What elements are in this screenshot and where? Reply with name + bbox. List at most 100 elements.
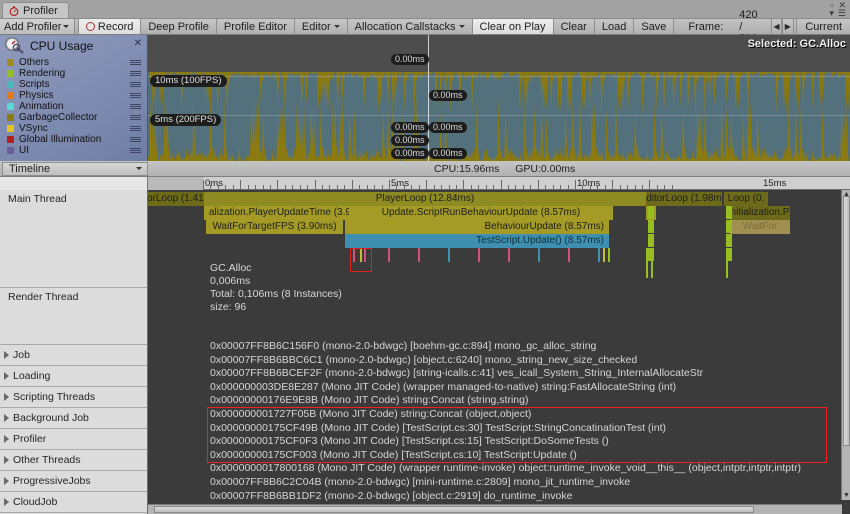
timeline-sample-flag[interactable] [726,220,732,233]
legend-item-global-illumination[interactable]: Global Illumination [0,134,147,145]
expand-triangle-icon[interactable] [4,351,9,359]
legend-item-rendering[interactable]: Rendering [0,68,147,79]
legend-item-others[interactable]: Others [0,57,147,68]
horizontal-scrollbar[interactable] [148,504,842,514]
expand-triangle-icon[interactable] [4,414,9,422]
timeline-bar[interactable]: nitialization.P [730,206,790,220]
timeline-sample-flag[interactable] [648,248,654,261]
add-profiler-dropdown[interactable]: Add Profiler [0,19,76,34]
drag-handle-icon[interactable] [130,71,141,76]
horizontal-scrollbar-thumb[interactable] [154,506,754,513]
chevron-down-icon[interactable]: ▾ [829,9,834,18]
thread-row-progressivejobs[interactable]: ProgressiveJobs [0,471,147,492]
cpu-usage-legend: CPU Usage ✕ Others Rendering Scripts Physic… [0,35,148,161]
vertical-scrollbar[interactable]: ▲ ▼ [841,190,850,500]
drag-handle-icon[interactable] [130,82,141,87]
editor-dropdown[interactable]: Editor [294,19,348,34]
drag-handle-icon[interactable] [130,60,141,65]
timeline-bar[interactable]: PlayerLoop (12.84ms) [204,192,646,206]
expand-triangle-icon[interactable] [4,435,9,443]
timeline-sample-flag[interactable] [508,248,510,262]
thread-row-background-job[interactable]: Background Job [0,408,147,429]
drag-handle-icon[interactable] [130,104,141,109]
next-frame-button[interactable]: ▶ [782,19,794,34]
thread-row-job[interactable]: Job [0,345,147,366]
timeline-sample-flag[interactable] [603,248,605,262]
prev-frame-button[interactable]: ◀ [770,19,783,34]
allocation-callstacks-dropdown[interactable]: Allocation Callstacks [347,19,473,34]
window-controls-secondary: ▾ ☰ [829,9,846,18]
timeline-bar[interactable]: TestScript.Update() (8.57ms) [345,234,609,248]
timeline-bar[interactable]: WaitForTargetFPS (3.90ms) [206,220,343,234]
timeline-ruler[interactable]: 0ms 5ms 10ms 15ms [0,177,850,190]
timeline-sample-flag[interactable] [598,248,600,262]
thread-row-scripting-threads[interactable]: Scripting Threads [0,387,147,408]
save-button[interactable]: Save [634,19,675,34]
expand-triangle-icon[interactable] [4,477,9,485]
expand-triangle-icon[interactable] [4,456,9,464]
drag-handle-icon[interactable] [130,115,141,120]
timeline-bar[interactable]: WaitFor [730,220,790,234]
legend-item-physics[interactable]: Physics [0,90,147,101]
drag-handle-icon[interactable] [130,126,141,131]
expand-triangle-icon[interactable] [4,498,9,506]
timeline-sample-flag[interactable] [726,234,732,247]
ruler-tick [277,180,279,189]
profile-editor-button[interactable]: Profile Editor [216,19,295,34]
timeline-sample-flag[interactable] [478,248,480,262]
drag-handle-icon[interactable] [130,137,141,142]
thread-label: Job [13,349,30,361]
timeline-sample-flag[interactable] [418,248,420,262]
hamburger-menu-icon[interactable]: ☰ [838,9,846,18]
gridline-10ms [148,76,850,77]
thread-row-render-thread[interactable]: Render Thread [0,288,147,345]
load-button[interactable]: Load [594,19,635,34]
record-button[interactable]: Record [77,19,142,34]
ruler-tick [225,185,227,189]
expand-triangle-icon[interactable] [4,393,9,401]
timeline-sample-flag[interactable] [538,248,540,262]
vertical-scrollbar-thumb[interactable] [843,196,850,446]
expand-triangle-icon[interactable] [4,372,9,380]
legend-item-garbagecollector[interactable]: GarbageCollector [0,112,147,123]
timeline-tracks[interactable]: orLoop (1.41 PlayerLoop (12.84ms) ditorLoo… [148,190,842,514]
thread-row-other-threads[interactable]: Other Threads [0,450,147,471]
ruler-tick [381,185,383,189]
tab-profiler[interactable]: Profiler [2,2,69,18]
drag-handle-icon[interactable] [130,93,141,98]
timeline-sample-flag[interactable] [726,248,732,261]
clear-on-play-button[interactable]: Clear on Play [472,19,554,34]
timeline-bar[interactable]: ditorLoop (1.98m [646,192,722,206]
thread-row-profiler[interactable]: Profiler [0,429,147,450]
cpu-usage-chart[interactable]: 10ms (100FPS) 5ms (200FPS) 0.00ms 0.00ms 0.… [148,35,850,161]
close-icon[interactable]: ✕ [134,38,142,49]
timeline-sample-flag[interactable] [448,248,450,262]
timeline-bar[interactable]: BehaviourUpdate (8.57ms) [345,220,609,234]
ruler-tick [634,185,636,189]
timeline-bar[interactable]: Loop (0. [724,192,768,206]
thread-row-cloudjob[interactable]: CloudJob [0,492,147,513]
timeline-bar[interactable]: Update.ScriptRunBehaviourUpdate (8.57ms) [349,206,613,220]
deep-profile-button[interactable]: Deep Profile [141,19,217,34]
clear-button[interactable]: Clear [553,19,595,34]
legend-item-animation[interactable]: Animation [0,101,147,112]
scroll-down-icon[interactable]: ▼ [842,491,850,500]
legend-item-vsync[interactable]: VSync [0,123,147,134]
legend-item-scripts[interactable]: Scripts [0,79,147,90]
timeline-sample-flag[interactable] [388,248,390,262]
timeline-sample-flag[interactable] [608,248,610,262]
drag-handle-icon[interactable] [130,148,141,153]
thread-row-main-thread[interactable]: Main Thread [0,190,147,288]
timeline-bar[interactable]: alization.PlayerUpdateTime (3.92 [204,206,349,220]
current-frame-button[interactable]: Current [796,19,850,34]
timeline-bar[interactable]: orLoop (1.41 [148,192,204,206]
thread-row-loading[interactable]: Loading [0,366,147,387]
view-mode-dropdown[interactable]: Timeline [2,162,148,176]
timeline-sample-flag[interactable] [648,234,654,247]
timeline-sample-flag[interactable] [726,206,732,219]
timeline-sample-flag[interactable] [568,248,570,262]
legend-item-ui[interactable]: UI [0,145,147,156]
timeline-sample-flag[interactable] [648,206,654,219]
timeline-sample-flag[interactable] [648,220,654,233]
legend-swatch-icon [7,70,14,77]
